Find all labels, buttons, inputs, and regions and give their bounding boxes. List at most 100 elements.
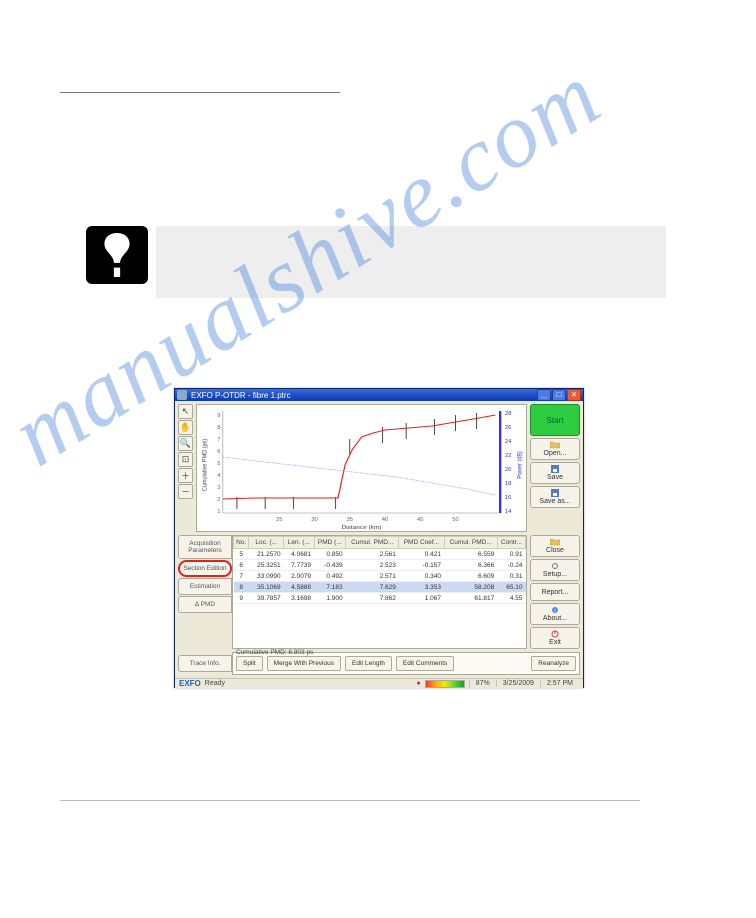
table-header[interactable]: PMD Coef...: [399, 537, 444, 549]
svg-text:26: 26: [505, 425, 512, 430]
table-cell: 7.183: [314, 582, 346, 593]
page-rule: [60, 92, 340, 93]
status-bar: EXFO Ready ● 87% 3/25/2009 2:57 PM: [175, 678, 583, 688]
table-cell: 2.571: [346, 571, 399, 582]
status-led-icon: ●: [417, 680, 421, 687]
table-cell: 1.900: [314, 593, 346, 604]
table-header[interactable]: Loc. (...: [249, 537, 284, 549]
zoom-in-icon[interactable]: ＋: [178, 468, 193, 483]
table-header[interactable]: Cumul. PMD...: [346, 537, 399, 549]
start-button[interactable]: Start: [530, 404, 580, 436]
open-button[interactable]: Open...: [530, 438, 580, 460]
svg-text:18: 18: [505, 481, 512, 486]
page-rule: [60, 800, 640, 801]
table-row[interactable]: 521.25704.06810.8502.5610.4216.5590.91: [234, 549, 526, 560]
table-header[interactable]: No.: [234, 537, 249, 549]
close-file-button[interactable]: Close: [530, 535, 580, 557]
table-row[interactable]: 835.10694.58887.1837.6293.35358.20865.10: [234, 582, 526, 593]
svg-text:Power (dB): Power (dB): [517, 451, 523, 479]
table-header[interactable]: Cumul. PMD...: [444, 537, 497, 549]
about-button[interactable]: iAbout...: [530, 603, 580, 625]
svg-text:14: 14: [505, 509, 512, 514]
table-cell: 4.55: [497, 593, 525, 604]
minimize-button[interactable]: _: [537, 389, 551, 401]
merge-button[interactable]: Merge With Previous: [267, 656, 341, 671]
table-cell: 58.208: [444, 582, 497, 593]
pan-tool-icon[interactable]: ✋: [178, 420, 193, 435]
svg-text:1: 1: [217, 509, 220, 514]
table-row[interactable]: 939.78573.16981.9007.8621.06761.8174.55: [234, 593, 526, 604]
info-icon: i: [550, 606, 560, 614]
tab-trace-info[interactable]: Trace Info.: [178, 655, 232, 672]
exit-button[interactable]: Exit: [530, 627, 580, 649]
report-label: Report...: [542, 589, 569, 596]
table-cell: 7.862: [346, 593, 399, 604]
save-as-label: Save as...: [539, 498, 570, 505]
table-cell: 21.2570: [249, 549, 284, 560]
side-button-bar-2: Close Setup... Report... iAbout... Exit: [530, 535, 580, 649]
floppy-icon: [550, 489, 560, 497]
table-cell: 0.421: [399, 549, 444, 560]
save-as-button[interactable]: Save as...: [530, 486, 580, 508]
app-icon: [177, 390, 187, 400]
data-table[interactable]: No.Loc. (...Len. (...PMD (...Cumul. PMD.…: [232, 535, 527, 649]
save-button[interactable]: Save: [530, 462, 580, 484]
svg-text:35: 35: [346, 517, 353, 522]
table-cell: 0.340: [399, 571, 444, 582]
table-header[interactable]: Contr...: [497, 537, 525, 549]
svg-text:5: 5: [217, 461, 220, 466]
window-title: EXFO P-OTDR - fibre 1.ptrc: [191, 391, 537, 400]
table-cell: 6: [234, 560, 249, 571]
important-icon: [86, 226, 148, 284]
split-button[interactable]: Split: [236, 656, 263, 671]
zoom-tool-icon[interactable]: 🔍: [178, 436, 193, 451]
chart-area[interactable]: 12 34 56 78 9 1416 1820 2224 2628: [196, 404, 527, 532]
edit-length-button[interactable]: Edit Length: [345, 656, 392, 671]
reanalyze-button[interactable]: Reanalyze: [531, 656, 576, 671]
gear-icon: [550, 562, 560, 570]
table-cell: 5: [234, 549, 249, 560]
table-cell: 7.629: [346, 582, 399, 593]
tab-acquisition-parameters[interactable]: Acquisition Parameters: [178, 535, 232, 559]
table-row[interactable]: 625.32517.7739-0.4392.523-0.1576.366-0.2…: [234, 560, 526, 571]
svg-text:6: 6: [217, 449, 220, 454]
svg-text:40: 40: [382, 517, 389, 522]
folder-open-icon: [550, 441, 560, 449]
pointer-tool-icon[interactable]: ↖: [178, 404, 193, 419]
about-label: About...: [543, 615, 567, 622]
zoom-out-icon[interactable]: －: [178, 484, 193, 499]
tool-column: ↖ ✋ 🔍 ⊡ ＋ －: [178, 404, 194, 532]
svg-text:Distance (km): Distance (km): [342, 525, 382, 530]
table-cell: 0.31: [497, 571, 525, 582]
maximize-button[interactable]: □: [552, 389, 566, 401]
svg-text:3: 3: [217, 485, 220, 490]
table-cell: 6.609: [444, 571, 497, 582]
table-header[interactable]: PMD (...: [314, 537, 346, 549]
tab-section-edition[interactable]: Section Edition: [178, 560, 232, 577]
table-cell: 2.561: [346, 549, 399, 560]
table-cell: 7.7739: [284, 560, 314, 571]
save-label: Save: [547, 474, 563, 481]
table-cell: 61.817: [444, 593, 497, 604]
tab-delta-pmd[interactable]: Δ PMD: [178, 596, 232, 613]
svg-text:20: 20: [505, 467, 512, 472]
svg-text:8: 8: [217, 425, 220, 430]
app-window: EXFO P-OTDR - fibre 1.ptrc _ □ × ↖ ✋ 🔍 ⊡…: [174, 388, 584, 688]
edit-comments-button[interactable]: Edit Comments: [396, 656, 454, 671]
tab-estimation[interactable]: Estimation: [178, 578, 232, 595]
status-percent: 87%: [469, 680, 496, 687]
table-cell: 3.1698: [284, 593, 314, 604]
svg-text:16: 16: [505, 495, 512, 500]
svg-text:7: 7: [217, 437, 220, 442]
side-button-bar: Start Open... Save Save as...: [530, 404, 580, 532]
report-button[interactable]: Report...: [530, 583, 580, 601]
table-header[interactable]: Len. (...: [284, 537, 314, 549]
table-row[interactable]: 733.09902.00790.4922.5710.3406.6090.31: [234, 571, 526, 582]
table-cell: 7: [234, 571, 249, 582]
status-time: 2:57 PM: [540, 680, 579, 687]
setup-button[interactable]: Setup...: [530, 559, 580, 581]
zoom-reset-icon[interactable]: ⊡: [178, 452, 193, 467]
close-button[interactable]: ×: [567, 389, 581, 401]
table-cell: 39.7857: [249, 593, 284, 604]
status-color-bar: [425, 680, 465, 688]
